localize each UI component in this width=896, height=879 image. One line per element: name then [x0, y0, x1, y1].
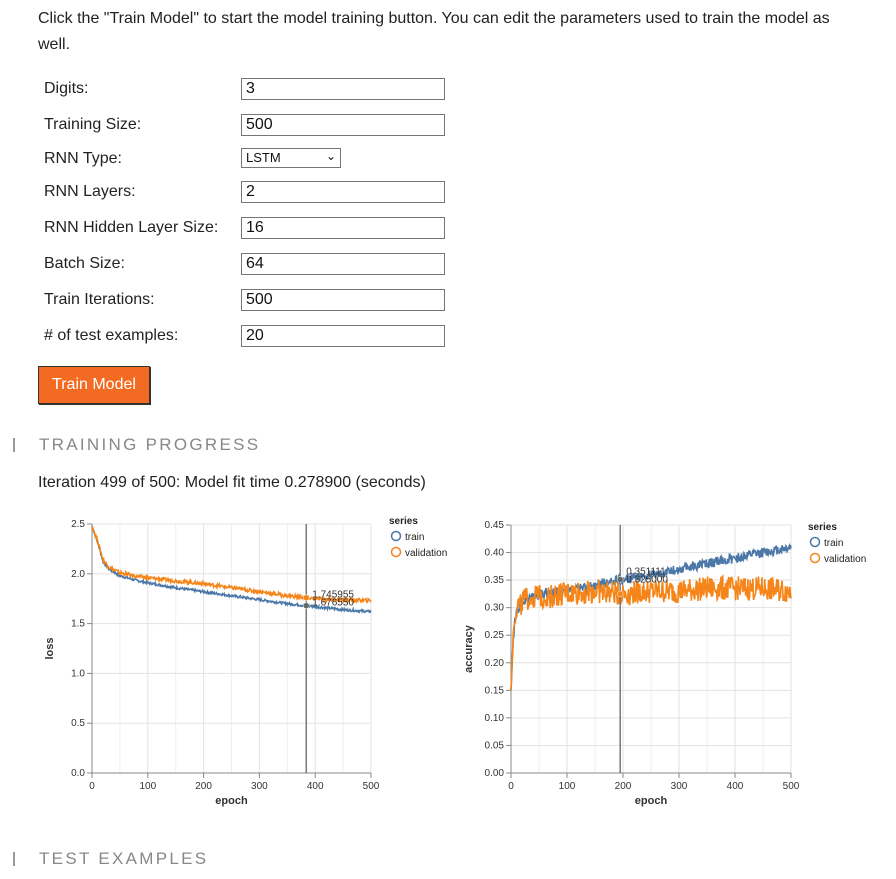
rnn-layers-label: RNN Layers: [44, 183, 136, 200]
param-row-test-examples: # of test examples: [44, 325, 464, 349]
section-marker [13, 852, 15, 866]
training-size-input[interactable] [241, 114, 445, 136]
hidden-size-input[interactable] [241, 217, 445, 239]
param-row-hidden-size: RNN Hidden Layer Size: [44, 217, 464, 241]
y-tick-label: 1.5 [71, 619, 85, 630]
legend-label-validation: validation [405, 548, 447, 559]
legend-title: series [389, 516, 418, 527]
x-tick-label: 500 [783, 781, 800, 792]
digits-input[interactable] [241, 78, 445, 100]
param-row-rnn-type: RNN Type: LSTM ⌄ [44, 148, 464, 172]
test-examples-heading: TEST EXAMPLES [39, 849, 209, 868]
y-tick-label: 0.35 [485, 575, 505, 586]
y-tick-label: 1.0 [71, 668, 85, 679]
hover-label: 0.325000 [626, 575, 668, 586]
train-model-button[interactable]: Train Model [38, 366, 150, 404]
legend-title: series [808, 522, 837, 533]
x-tick-label: 200 [195, 781, 212, 792]
legend-symbol-validation [390, 546, 402, 558]
legend-label-validation: validation [824, 554, 866, 565]
hover-point-validation [303, 594, 310, 601]
test-examples-label: # of test examples: [44, 327, 179, 344]
training-status: Iteration 499 of 500: Model fit time 0.2… [38, 474, 426, 491]
y-tick-label: 0.45 [485, 520, 505, 531]
x-axis-title: epoch [215, 795, 248, 807]
y-tick-label: 0.0 [71, 768, 85, 779]
y-tick-label: 0.40 [485, 548, 505, 559]
x-tick-label: 100 [139, 781, 156, 792]
param-row-training-size: Training Size: [44, 114, 464, 138]
selected-value: LSTM [246, 150, 281, 165]
param-row-digits: Digits: [44, 78, 464, 102]
legend-symbol-train [809, 536, 821, 548]
x-tick-label: 400 [307, 781, 324, 792]
batch-size-input[interactable] [241, 253, 445, 275]
y-tick-label: 0.00 [485, 768, 505, 779]
section-marker [13, 438, 15, 452]
legend-symbol-train [390, 530, 402, 542]
hover-point-train [616, 576, 624, 583]
x-tick-label: 300 [251, 781, 268, 792]
hidden-size-label: RNN Hidden Layer Size: [44, 219, 219, 236]
intro-text: Click the "Train Model" to start the mod… [38, 10, 830, 53]
test-examples-input[interactable] [241, 325, 445, 347]
x-tick-label: 0 [508, 781, 514, 792]
legend-symbol-validation [809, 552, 821, 564]
rnn-layers-input[interactable] [241, 181, 445, 203]
y-tick-label: 2.5 [71, 519, 85, 530]
rnn-type-select[interactable]: LSTM ⌄ [241, 148, 341, 168]
legend-label-train: train [824, 538, 843, 549]
x-tick-label: 500 [363, 781, 380, 792]
y-axis-title: accuracy [463, 624, 475, 673]
x-tick-label: 0 [89, 781, 95, 792]
y-tick-label: 0.15 [485, 685, 505, 696]
param-row-rnn-layers: RNN Layers: [44, 181, 464, 205]
y-tick-label: 2.0 [71, 569, 85, 580]
digits-label: Digits: [44, 80, 89, 97]
hover-point-train [303, 602, 310, 609]
legend-label-train: train [405, 532, 424, 543]
x-tick-label: 100 [559, 781, 576, 792]
y-tick-label: 0.05 [485, 740, 505, 751]
x-tick-label: 200 [615, 781, 632, 792]
y-tick-label: 0.20 [485, 658, 505, 669]
x-tick-label: 300 [671, 781, 688, 792]
y-tick-label: 0.5 [71, 718, 85, 729]
x-tick-label: 400 [727, 781, 744, 792]
param-row-train-iterations: Train Iterations: [44, 289, 464, 313]
y-tick-label: 0.25 [485, 630, 505, 641]
train-iterations-label: Train Iterations: [44, 291, 155, 308]
batch-size-label: Batch Size: [44, 255, 125, 272]
training-size-label: Training Size: [44, 116, 142, 133]
training-charts: 0 100 200 300 400 500 0.0 0.5 1.0 1.5 2.0 2.5 epoch l… [44, 516, 866, 807]
y-tick-label: 0.30 [485, 603, 505, 614]
rnn-type-label: RNN Type: [44, 150, 122, 167]
chevron-down-icon: ⌄ [325, 149, 336, 163]
y-axis-title: loss [44, 637, 56, 659]
param-row-batch-size: Batch Size: [44, 253, 464, 277]
train-iterations-input[interactable] [241, 289, 445, 311]
hover-point-validation [616, 590, 624, 598]
hover-label: 1.676550 [312, 598, 354, 609]
y-tick-label: 0.10 [485, 713, 505, 724]
training-progress-heading: TRAINING PROGRESS [39, 435, 261, 454]
x-axis-title: epoch [635, 795, 668, 807]
